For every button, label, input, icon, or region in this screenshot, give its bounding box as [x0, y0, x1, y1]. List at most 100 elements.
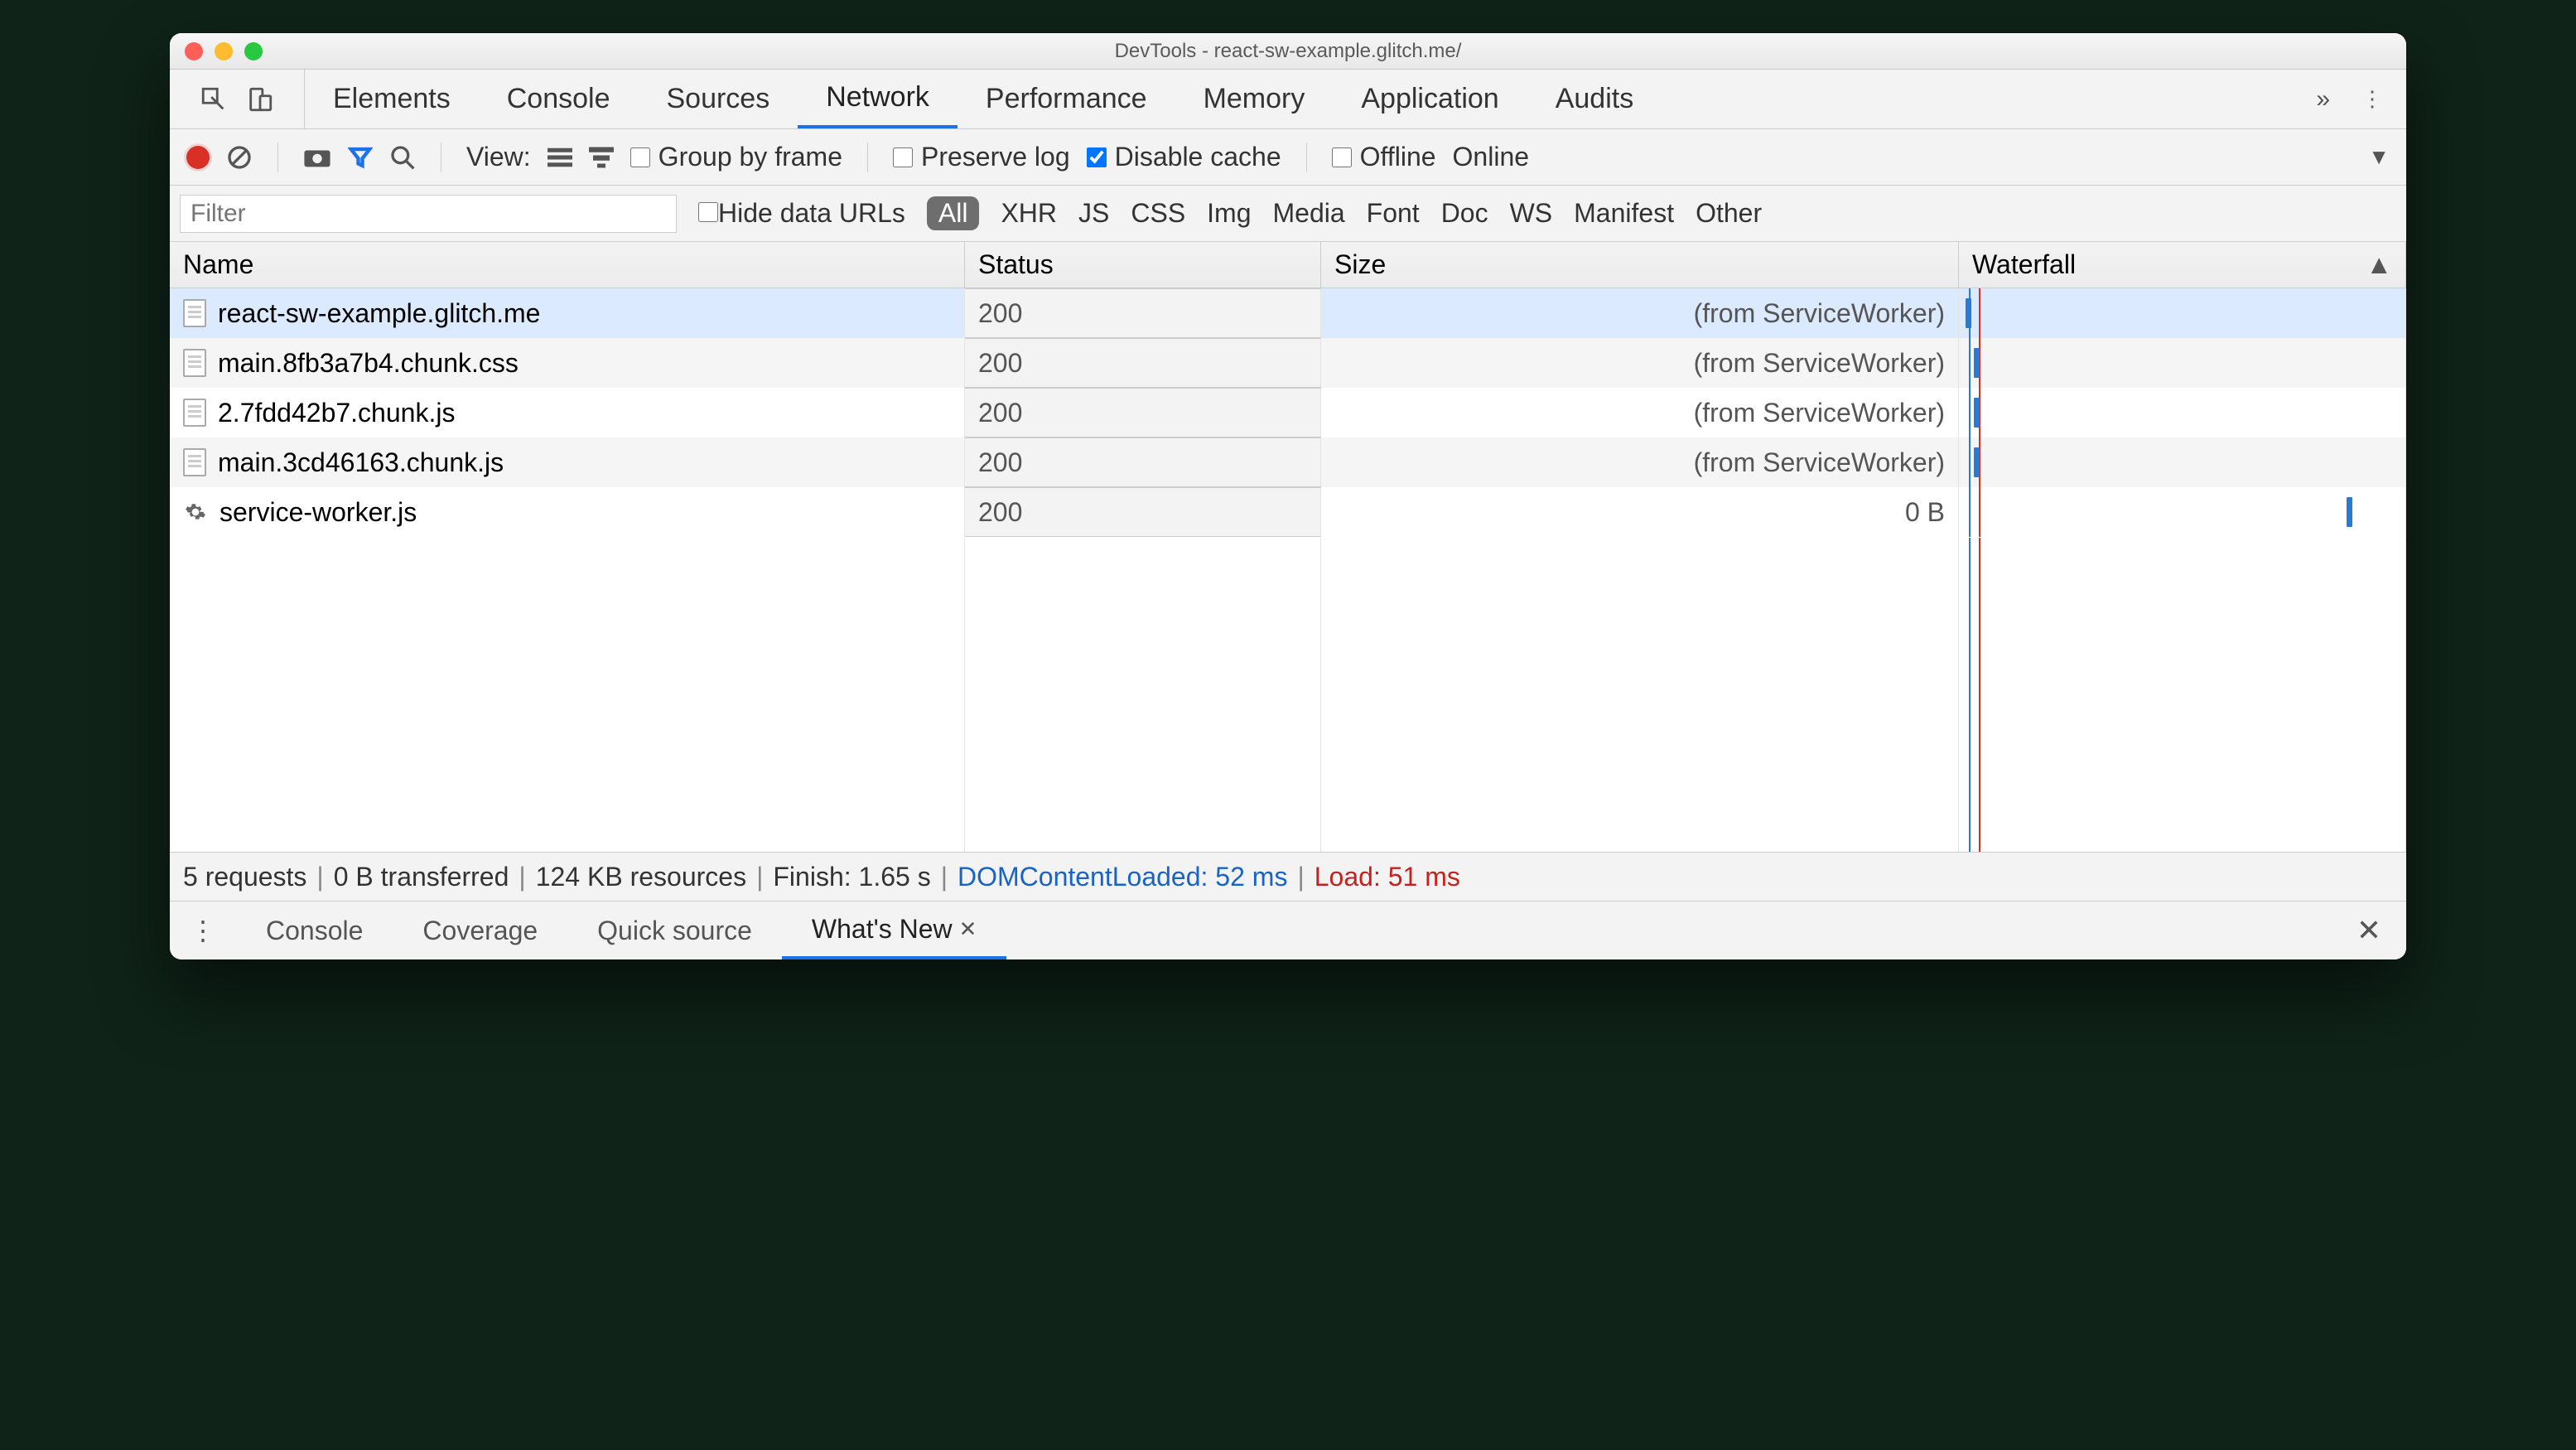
- disable-cache-checkbox[interactable]: Disable cache: [1087, 142, 1281, 172]
- request-name: service-worker.js: [219, 497, 417, 528]
- drawer-tab-coverage[interactable]: Coverage: [393, 901, 567, 959]
- disable-cache-label: Disable cache: [1115, 142, 1281, 172]
- request-row[interactable]: service-worker.js 2000 B: [170, 487, 2406, 537]
- view-label: View:: [466, 142, 531, 172]
- tab-audits[interactable]: Audits: [1527, 70, 1662, 128]
- request-row[interactable]: main.8fb3a7b4.chunk.css 200(from ServiceW…: [170, 338, 2406, 388]
- inspect-element-icon[interactable]: [200, 85, 228, 114]
- summary-finish: Finish: 1.65 s: [773, 862, 930, 892]
- waterfall-bar: [1974, 348, 1980, 378]
- drawer-tab-quick-source[interactable]: Quick source: [567, 901, 782, 959]
- column-waterfall[interactable]: Waterfall▲: [1959, 242, 2406, 288]
- cell-name: 2.7fdd42b7.chunk.js: [170, 388, 965, 437]
- grid-empty-area: [170, 537, 2406, 852]
- waterfall-bar: [1966, 298, 1971, 328]
- status-bar: 5 requests| 0 B transferred| 124 KB reso…: [170, 852, 2406, 901]
- filter-icon[interactable]: [348, 145, 373, 170]
- cell-waterfall: [1959, 437, 2406, 487]
- window-title: DevTools - react-sw-example.glitch.me/: [170, 40, 2406, 63]
- offline-checkbox[interactable]: Offline: [1332, 142, 1436, 172]
- cell-size: (from ServiceWorker): [1321, 437, 1959, 487]
- cell-size: (from ServiceWorker): [1321, 288, 1959, 338]
- preserve-log-checkbox[interactable]: Preserve log: [893, 142, 1070, 172]
- network-toolbar: View: Group by frame Preserve log Disabl…: [170, 129, 2406, 186]
- hide-data-urls-checkbox[interactable]: Hide data URLs: [698, 198, 905, 229]
- tab-application[interactable]: Application: [1333, 70, 1527, 128]
- filter-type-doc[interactable]: Doc: [1441, 198, 1488, 229]
- titlebar: DevTools - react-sw-example.glitch.me/: [170, 33, 2406, 70]
- filter-type-css[interactable]: CSS: [1131, 198, 1185, 229]
- large-rows-icon[interactable]: [548, 147, 572, 168]
- column-status[interactable]: Status: [965, 242, 1321, 288]
- sort-asc-icon: ▲: [2366, 249, 2392, 280]
- waterfall-bar: [1974, 398, 1980, 428]
- search-icon[interactable]: [389, 144, 416, 171]
- throttling-caret-icon[interactable]: ▼: [2368, 144, 2390, 170]
- waterfall-bar: [2347, 497, 2352, 527]
- column-name[interactable]: Name: [170, 242, 965, 288]
- cell-status: 200: [965, 388, 1321, 437]
- drawer-close-icon[interactable]: ✕: [2332, 901, 2406, 959]
- devtools-window: DevTools - react-sw-example.glitch.me/ E…: [170, 33, 2406, 959]
- hide-data-urls-label: Hide data URLs: [718, 198, 905, 228]
- grid-header: Name Status Size Waterfall▲: [170, 242, 2406, 288]
- tab-sources[interactable]: Sources: [638, 70, 798, 128]
- request-list: react-sw-example.glitch.me200(from Servi…: [170, 288, 2406, 537]
- record-button[interactable]: [186, 146, 210, 169]
- drawer-menu-icon[interactable]: ⋮: [170, 901, 236, 959]
- screenshot-icon[interactable]: [303, 147, 331, 168]
- request-name: react-sw-example.glitch.me: [218, 298, 540, 329]
- column-size[interactable]: Size: [1321, 242, 1959, 288]
- tab-performance[interactable]: Performance: [958, 70, 1175, 128]
- cell-name: service-worker.js: [170, 487, 965, 537]
- document-icon: [183, 399, 206, 427]
- filter-type-js[interactable]: JS: [1078, 198, 1109, 229]
- group-by-frame-label: Group by frame: [658, 142, 842, 172]
- throttling-select[interactable]: Online: [1453, 142, 1530, 172]
- request-name: 2.7fdd42b7.chunk.js: [218, 398, 455, 428]
- cell-status: 200: [965, 288, 1321, 338]
- cell-name: main.3cd46163.chunk.js: [170, 437, 965, 487]
- filter-type-media[interactable]: Media: [1273, 198, 1345, 229]
- request-name: main.3cd46163.chunk.js: [218, 447, 504, 478]
- tab-memory[interactable]: Memory: [1175, 70, 1334, 128]
- filter-input[interactable]: [180, 195, 677, 233]
- drawer-tab-close-icon[interactable]: ✕: [959, 916, 977, 942]
- cell-name: main.8fb3a7b4.chunk.css: [170, 338, 965, 388]
- drawer-tab-console[interactable]: Console: [236, 901, 393, 959]
- filter-type-ws[interactable]: WS: [1510, 198, 1553, 229]
- clear-icon[interactable]: [226, 144, 253, 171]
- device-toolbar-icon[interactable]: [246, 85, 274, 114]
- cell-size: (from ServiceWorker): [1321, 338, 1959, 388]
- request-row[interactable]: 2.7fdd42b7.chunk.js200(from ServiceWorke…: [170, 388, 2406, 437]
- document-icon: [183, 448, 206, 476]
- document-icon: [183, 349, 206, 377]
- filter-type-xhr[interactable]: XHR: [1001, 198, 1057, 229]
- more-tabs-icon[interactable]: »: [2316, 85, 2325, 114]
- cell-waterfall: [1959, 487, 2406, 537]
- request-name: main.8fb3a7b4.chunk.css: [218, 348, 519, 379]
- group-by-frame-checkbox[interactable]: Group by frame: [630, 142, 842, 172]
- overview-icon[interactable]: [589, 147, 614, 168]
- request-row[interactable]: react-sw-example.glitch.me 200(from Servi…: [170, 288, 2406, 338]
- tab-console[interactable]: Console: [479, 70, 639, 128]
- filter-type-manifest[interactable]: Manifest: [1574, 198, 1674, 229]
- settings-menu-icon[interactable]: ⋮: [2361, 86, 2383, 112]
- cell-waterfall: [1959, 338, 2406, 388]
- document-icon: [183, 299, 206, 327]
- cell-size: 0 B: [1321, 487, 1959, 537]
- summary-domcontentloaded: DOMContentLoaded: 52 ms: [958, 862, 1287, 892]
- cell-waterfall: [1959, 288, 2406, 338]
- cell-status: 200: [965, 338, 1321, 388]
- cell-status: 200: [965, 437, 1321, 487]
- tab-network[interactable]: Network: [798, 70, 958, 128]
- filter-type-other[interactable]: Other: [1696, 198, 1762, 229]
- drawer-tab-what-s-new[interactable]: What's New✕: [782, 901, 1007, 959]
- request-row[interactable]: main.3cd46163.chunk.js 200(from ServiceWo…: [170, 437, 2406, 487]
- filter-type-font[interactable]: Font: [1367, 198, 1420, 229]
- preserve-log-label: Preserve log: [921, 142, 1070, 172]
- cell-status: 200: [965, 487, 1321, 537]
- filter-type-img[interactable]: Img: [1207, 198, 1251, 229]
- filter-type-all[interactable]: All: [927, 196, 980, 230]
- tab-elements[interactable]: Elements: [305, 70, 479, 128]
